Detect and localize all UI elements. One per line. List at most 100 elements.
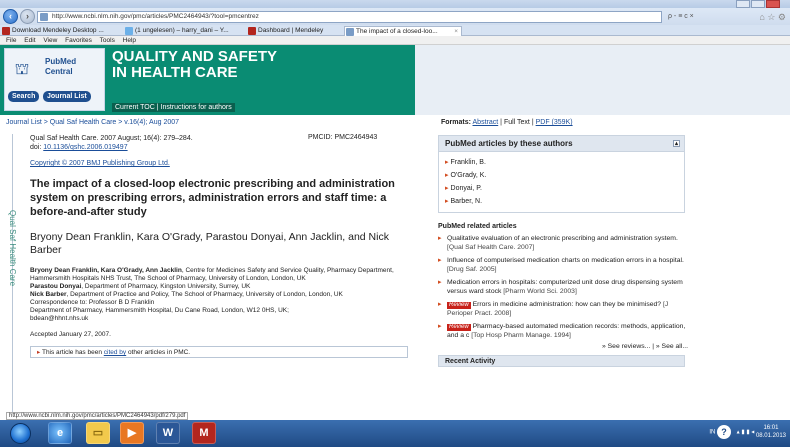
forward-button[interactable]: ›: [20, 9, 35, 24]
home-star-gear-icons[interactable]: ⌂ ☆ ⚙: [746, 11, 786, 23]
related-source: [Top Hosp Pharm Manage. 1994]: [471, 331, 571, 339]
clock-time: 16:01: [763, 425, 779, 431]
see-all-link[interactable]: » See all...: [656, 343, 688, 350]
start-button[interactable]: [10, 423, 31, 444]
correspondence: Correspondence to: Professor B D Frankli…: [30, 299, 155, 306]
journal-banner: ⛫ PubMed Central Search Journal List QUA…: [0, 45, 415, 115]
status-url: http://www.ncbi.nlm.nih.gov/pmc/articles…: [6, 412, 189, 420]
banner-links[interactable]: Current TOC | Instructions for authors: [112, 103, 235, 112]
related-source: [Drug Saf. 2005]: [447, 265, 497, 273]
word-icon[interactable]: W: [156, 422, 180, 444]
address-row: ‹ › http://www.ncbi.nlm.nih.gov/pmc/arti…: [0, 8, 790, 25]
building-icon: ⛫: [14, 61, 30, 78]
help-icon[interactable]: ?: [717, 425, 731, 439]
copyright: Copyright © 2007 BMJ Publishing Group Lt…: [30, 160, 415, 167]
maximize-button[interactable]: [751, 0, 765, 8]
tab-label: Dashboard | Mendeley: [258, 27, 324, 34]
accepted-date: Accepted January 27, 2007.: [30, 331, 111, 338]
separator: |: [500, 119, 502, 126]
taskbar: e ▭ ▶ W M IN ? ▴ ▮ ▮ ◂ 16:01 08.01.2013: [0, 420, 790, 447]
menu-file[interactable]: File: [6, 36, 16, 45]
triangle-icon: ▸: [445, 185, 449, 192]
mendeley-icon[interactable]: M: [192, 422, 216, 444]
menu-tools[interactable]: Tools: [100, 36, 115, 45]
affil-names: Parastou Donyai: [30, 283, 82, 290]
tab-article-active[interactable]: The impact of a closed-loo... ×: [344, 26, 462, 36]
author-name: Franklin, B.: [450, 159, 486, 166]
address-bar[interactable]: http://www.ncbi.nlm.nih.gov/pmc/articles…: [37, 11, 662, 23]
tray-icons[interactable]: ▴ ▮ ▮ ◂: [737, 430, 756, 436]
triangle-icon: ▸: [445, 172, 449, 179]
system-tray: IN ? ▴ ▮ ▮ ◂ 16:01 08.01.2013: [656, 424, 786, 443]
address: Department of Pharmacy, Hammersmith Hosp…: [30, 307, 289, 314]
authors-panel-header[interactable]: PubMed articles by these authors ▴: [438, 135, 685, 152]
tab-yahoo-mail[interactable]: (1 ungelesen) – harry_dani – Y...: [124, 26, 244, 36]
related-text: Qualitative evaluation of an electronic …: [447, 235, 678, 242]
back-button[interactable]: ‹: [3, 9, 18, 24]
see-more-links: » See reviews... | » See all...: [438, 343, 688, 350]
review-badge: Review: [447, 302, 471, 309]
copyright-link[interactable]: Copyright © 2007 BMJ Publishing Group Lt…: [30, 160, 170, 167]
related-article[interactable]: ▸ Review Pharmacy-based automated medica…: [438, 323, 688, 340]
cited-prefix: This article has been: [41, 349, 104, 356]
search-button[interactable]: Search: [8, 91, 40, 102]
tab-mendeley-download[interactable]: Download Mendeley Desktop ...: [1, 26, 121, 36]
author-name: Barber, N.: [450, 198, 483, 205]
doi-link[interactable]: 10.1136/qshc.2006.019497: [43, 144, 127, 151]
cited-suffix: other articles in PMC.: [126, 349, 191, 356]
clock[interactable]: 16:01 08.01.2013: [756, 424, 786, 440]
menu-help[interactable]: Help: [123, 36, 136, 45]
full-text-label: Full Text: [503, 119, 530, 126]
title-bar: [0, 0, 790, 8]
menu-view[interactable]: View: [43, 36, 57, 45]
related-article[interactable]: ▸ Influence of computerised medication c…: [438, 257, 688, 274]
folder-icon[interactable]: ▭: [86, 422, 110, 444]
author-link[interactable]: ▸ Donyai, P.: [445, 182, 678, 195]
see-reviews-link[interactable]: » See reviews...: [602, 343, 650, 350]
ie-icon[interactable]: e: [48, 422, 72, 444]
collapse-icon[interactable]: ▴: [673, 140, 680, 147]
related-article[interactable]: ▸ Qualitative evaluation of an electroni…: [438, 235, 688, 252]
related-text: Errors in medicine administration: how c…: [472, 301, 662, 308]
tab-label: The impact of a closed-loo...: [356, 28, 438, 35]
abstract-link[interactable]: Abstract: [473, 119, 499, 126]
breadcrumb[interactable]: Journal List > Qual Saf Health Care > v.…: [6, 119, 179, 126]
web-page: ⛫ PubMed Central Search Journal List QUA…: [0, 45, 790, 420]
cited-by-link[interactable]: cited by: [104, 349, 126, 356]
triangle-icon: ▸: [37, 349, 41, 356]
journal-list-button[interactable]: Journal List: [43, 91, 91, 102]
doi-line: doi: 10.1136/qshc.2006.019497: [30, 143, 415, 152]
address-tools[interactable]: ρ - ≡ c ×: [668, 11, 728, 23]
author-link[interactable]: ▸ Barber, N.: [445, 195, 678, 208]
related-article[interactable]: ▸ Medication errors in hospitals: comput…: [438, 279, 688, 296]
related-article[interactable]: ▸ Review Errors in medicine administrati…: [438, 301, 688, 318]
tab-strip: Download Mendeley Desktop ... (1 ungeles…: [0, 25, 790, 36]
minimize-button[interactable]: [736, 0, 750, 8]
pmc-logo[interactable]: ⛫ PubMed Central Search Journal List: [4, 48, 105, 111]
triangle-icon: ▸: [445, 159, 449, 166]
panel-title: PubMed articles by these authors: [445, 139, 573, 148]
menu-edit[interactable]: Edit: [24, 36, 35, 45]
tab-label: (1 ungelesen) – harry_dani – Y...: [135, 27, 229, 34]
recent-activity-header[interactable]: Recent Activity: [438, 355, 685, 367]
journal-title-line: QUALITY AND SAFETY: [112, 48, 278, 65]
author-link[interactable]: ▸ O'Grady, K.: [445, 169, 678, 182]
right-sidebar: PubMed articles by these authors ▴ ▸ Fran…: [438, 135, 688, 367]
email[interactable]: bdean@hhnt.nhs.uk: [30, 315, 415, 323]
triangle-icon: ▸: [438, 323, 442, 330]
triangle-icon: ▸: [438, 257, 442, 264]
media-player-icon[interactable]: ▶: [120, 422, 144, 444]
pdf-link[interactable]: PDF (359K): [536, 119, 573, 126]
journal-title-line: IN HEALTH CARE: [112, 64, 238, 81]
address-url: http://www.ncbi.nlm.nih.gov/pmc/articles…: [52, 13, 259, 20]
mendeley-icon: [2, 27, 10, 35]
separator: |: [531, 119, 534, 126]
close-window-button[interactable]: [766, 0, 780, 8]
language-indicator[interactable]: IN: [709, 430, 715, 436]
journal-title[interactable]: QUALITY AND SAFETY IN HEALTH CARE: [112, 49, 277, 81]
author-name: O'Grady, K.: [450, 172, 487, 179]
tab-mendeley-dashboard[interactable]: Dashboard | Mendeley: [247, 26, 342, 36]
close-tab-icon[interactable]: ×: [454, 27, 458, 36]
author-link[interactable]: ▸ Franklin, B.: [445, 156, 678, 169]
menu-favorites[interactable]: Favorites: [65, 36, 92, 45]
